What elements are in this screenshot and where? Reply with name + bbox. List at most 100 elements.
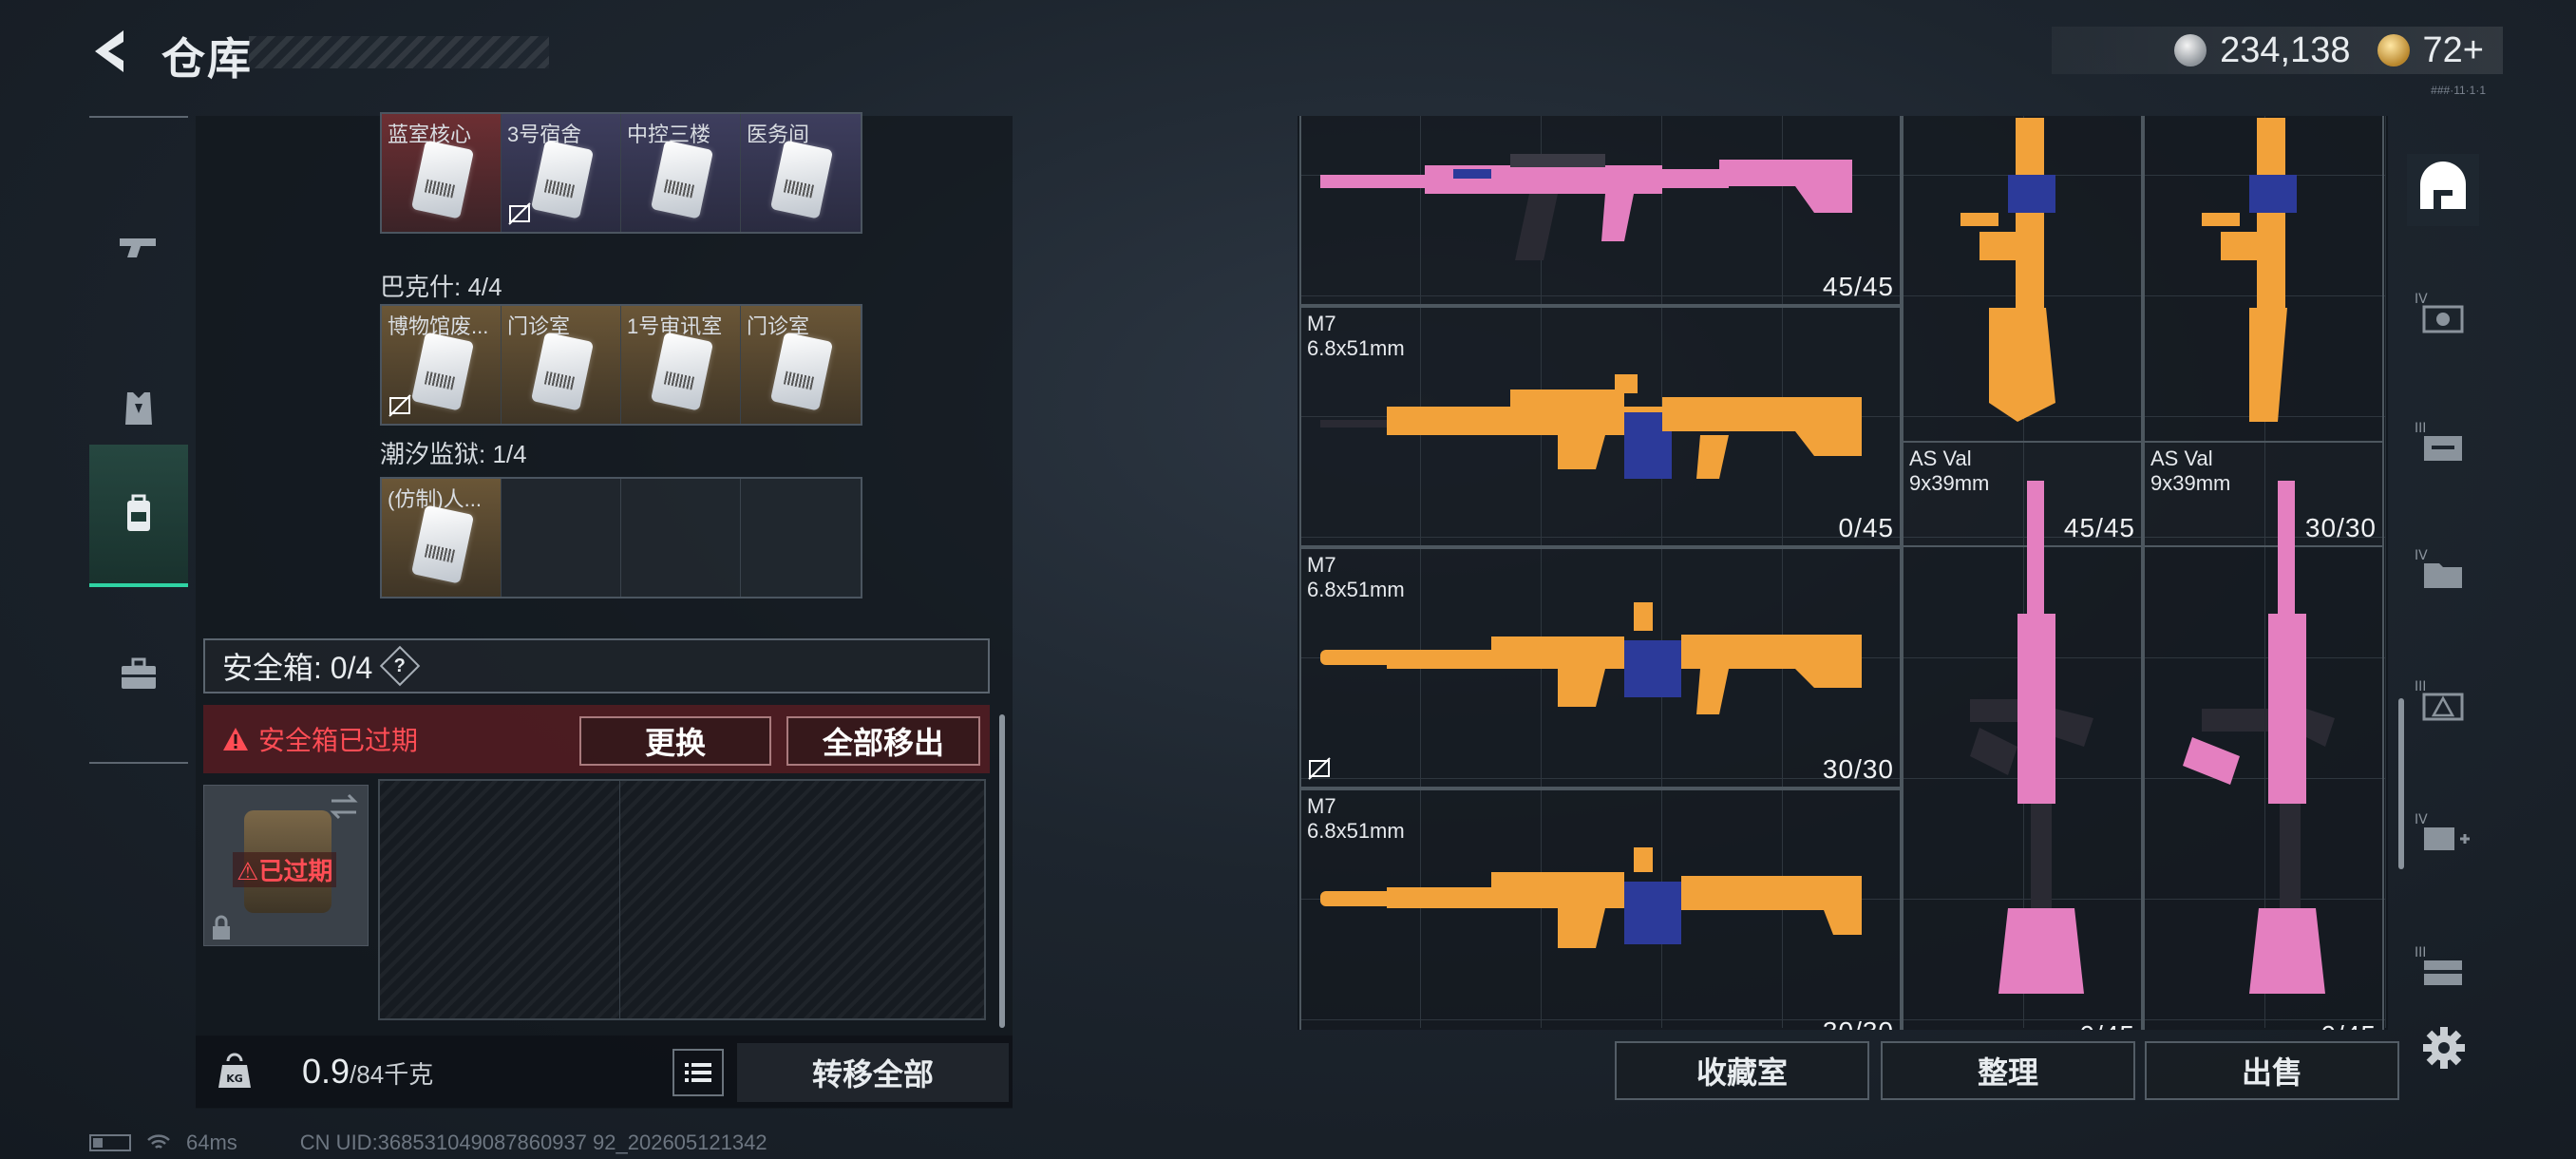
svg-text:IV: IV: [2415, 292, 2428, 307]
left-scrollbar[interactable]: [999, 714, 1005, 1028]
swap-icon[interactable]: [328, 793, 360, 820]
transfer-all-button[interactable]: 转移全部: [737, 1043, 1009, 1102]
rifle-icon: [1320, 374, 1862, 479]
gold-coin-balance[interactable]: 72+: [2423, 30, 2484, 71]
silver-coin-icon: [2174, 34, 2207, 66]
tier-iii-warning-button[interactable]: III: [2407, 665, 2479, 737]
help-icon-glyph: ?: [394, 655, 407, 676]
collection-room-button[interactable]: 收藏室: [1615, 1041, 1869, 1100]
weapon-caliber: 6.8x51mm: [1307, 819, 1405, 843]
weapon-item[interactable]: M7 6.8x51mm 0/45: [1299, 306, 1902, 547]
tier-iv-camera-button[interactable]: IV: [2407, 277, 2479, 350]
case-expired-text: 已过期: [258, 857, 333, 885]
right-side-toolbar: IV III IV III IV III: [2397, 116, 2489, 1030]
weight-bar: KG 0.9/84千克 转移全部: [196, 1036, 1013, 1108]
lock-icon: [213, 915, 230, 940]
nav-item-weapons[interactable]: [89, 177, 188, 319]
weapon-name: M7: [1307, 553, 1336, 577]
tier-iii-crate-button[interactable]: III: [2407, 931, 2479, 1003]
svg-text:III: III: [2415, 679, 2426, 694]
weapon-item[interactable]: 45/45: [1299, 116, 1902, 306]
keycard-slot[interactable]: 3号宿舍: [502, 114, 621, 232]
weapon-item[interactable]: M76.8x51mm 30/30: [1299, 788, 1902, 1030]
keycard-image: [410, 140, 475, 219]
keycard-slot[interactable]: 1号审讯室: [621, 306, 741, 424]
keycard-slot[interactable]: 中控三楼: [621, 114, 741, 232]
vault-button[interactable]: [2407, 154, 2479, 226]
weight-kg-icon: KG: [218, 1053, 251, 1088]
user-uid: CN UID:368531049087860937 92_20260512134…: [299, 1130, 767, 1154]
keycard-slot[interactable]: 门诊室: [502, 306, 621, 424]
settings-gear-icon[interactable]: [2420, 1024, 2468, 1072]
move-all-out-button[interactable]: 全部移出: [786, 716, 980, 766]
battery-icon: [89, 1134, 131, 1151]
keycard-section-1: 蓝室核心 3号宿舍 中控三楼 医务间: [380, 112, 862, 234]
weapon-caliber: 6.8x51mm: [1307, 336, 1405, 360]
safe-box-header: 安全箱: 0/4 ?: [203, 638, 990, 694]
keycard-row: 蓝室核心 3号宿舍 中控三楼 医务间: [380, 112, 862, 234]
empty-keycard-slot[interactable]: [621, 479, 741, 597]
tier-iv-add-button[interactable]: IV: [2407, 798, 2479, 870]
tier-iv-camera-icon: IV: [2415, 292, 2464, 333]
keycard-slot[interactable]: 蓝室核心: [382, 114, 502, 232]
help-icon[interactable]: ?: [380, 645, 421, 687]
wifi-icon: [147, 1134, 170, 1149]
keycard-section-label: 潮汐监狱: 1/4: [380, 440, 527, 468]
safe-box-grid[interactable]: [378, 779, 986, 1020]
keycard-image: [410, 504, 475, 584]
svg-text:IV: IV: [2415, 548, 2428, 563]
organize-button[interactable]: 整理: [1881, 1041, 2135, 1100]
empty-keycard-slot[interactable]: [741, 479, 861, 597]
back-arrow-icon[interactable]: [87, 27, 137, 76]
weapon-item[interactable]: M76.8x51mm 30/30: [1299, 547, 1902, 788]
keycard-slot[interactable]: 门诊室: [741, 306, 861, 424]
weapon-ammo: 45/45: [1822, 272, 1894, 301]
safe-box-expired-text: 安全箱已过期: [258, 726, 419, 755]
rifle-icon: [2183, 481, 2335, 994]
keycard-section-3: (仿制)人...: [380, 477, 862, 598]
keycard-image: [769, 332, 834, 411]
tier-iii-tools-button[interactable]: III: [2407, 407, 2479, 479]
tier-iii-tools-icon: III: [2415, 421, 2462, 461]
backpack-icon: [127, 494, 150, 531]
svg-text:III: III: [2415, 945, 2426, 960]
safe-box-label: 安全箱: 0/4: [222, 651, 373, 685]
grid-divider: [619, 781, 620, 1018]
svg-text:KG: KG: [226, 1073, 243, 1085]
keycard-image: [410, 332, 475, 411]
status-bar: 64ms CN UID:368531049087860937 92_202605…: [89, 1130, 767, 1155]
keycard-image: [650, 140, 714, 219]
tier-iii-crate-icon: III: [2415, 945, 2462, 985]
no-link-icon: [1308, 757, 1331, 780]
version-tag: ###·11·1·1: [2431, 84, 2486, 97]
nav-item-backpack[interactable]: [89, 445, 188, 587]
tier-iv-folder-button[interactable]: IV: [2407, 534, 2479, 606]
nav-item-equipment-case[interactable]: [89, 602, 188, 745]
keycard-image: [650, 332, 714, 411]
rifle-icon: [1320, 154, 1852, 260]
weapon-label: M7 6.8x51mm: [1307, 553, 1405, 602]
rifle-icon: [1960, 118, 2055, 422]
weapon-item[interactable]: AS Val9x39mm 0/45: [1902, 441, 2143, 1030]
sell-button[interactable]: 出售: [2145, 1041, 2399, 1100]
no-link-icon: [508, 202, 531, 225]
keycard-image: [769, 140, 834, 219]
tier-iv-add-icon: IV: [2415, 812, 2470, 850]
keycard-slot[interactable]: 医务间: [741, 114, 861, 232]
keycard-section-2: 博物馆废... 门诊室 1号审讯室 门诊室: [380, 304, 862, 426]
keycard-section-label: 巴克什: 4/4: [380, 273, 502, 301]
keycard-image: [530, 332, 595, 411]
list-icon: [685, 1063, 711, 1082]
gun-icon: [120, 238, 156, 257]
keycard-slot[interactable]: 博物馆废...: [382, 306, 502, 424]
weapon-name: AS Val: [2150, 446, 2213, 470]
inventory-scrollbar[interactable]: [2398, 698, 2404, 869]
replace-button[interactable]: 更换: [579, 716, 771, 766]
weight-value: 0.9/84千克: [302, 1052, 433, 1092]
keycard-slot[interactable]: (仿制)人...: [382, 479, 502, 597]
weapon-name: AS Val: [1909, 446, 1972, 470]
empty-keycard-slot[interactable]: [502, 479, 621, 597]
weapon-item[interactable]: AS Val9x39mm 0/45: [2143, 441, 2384, 1030]
safe-box-case-slot[interactable]: ⚠已过期: [203, 785, 369, 946]
list-view-button[interactable]: [672, 1049, 724, 1096]
